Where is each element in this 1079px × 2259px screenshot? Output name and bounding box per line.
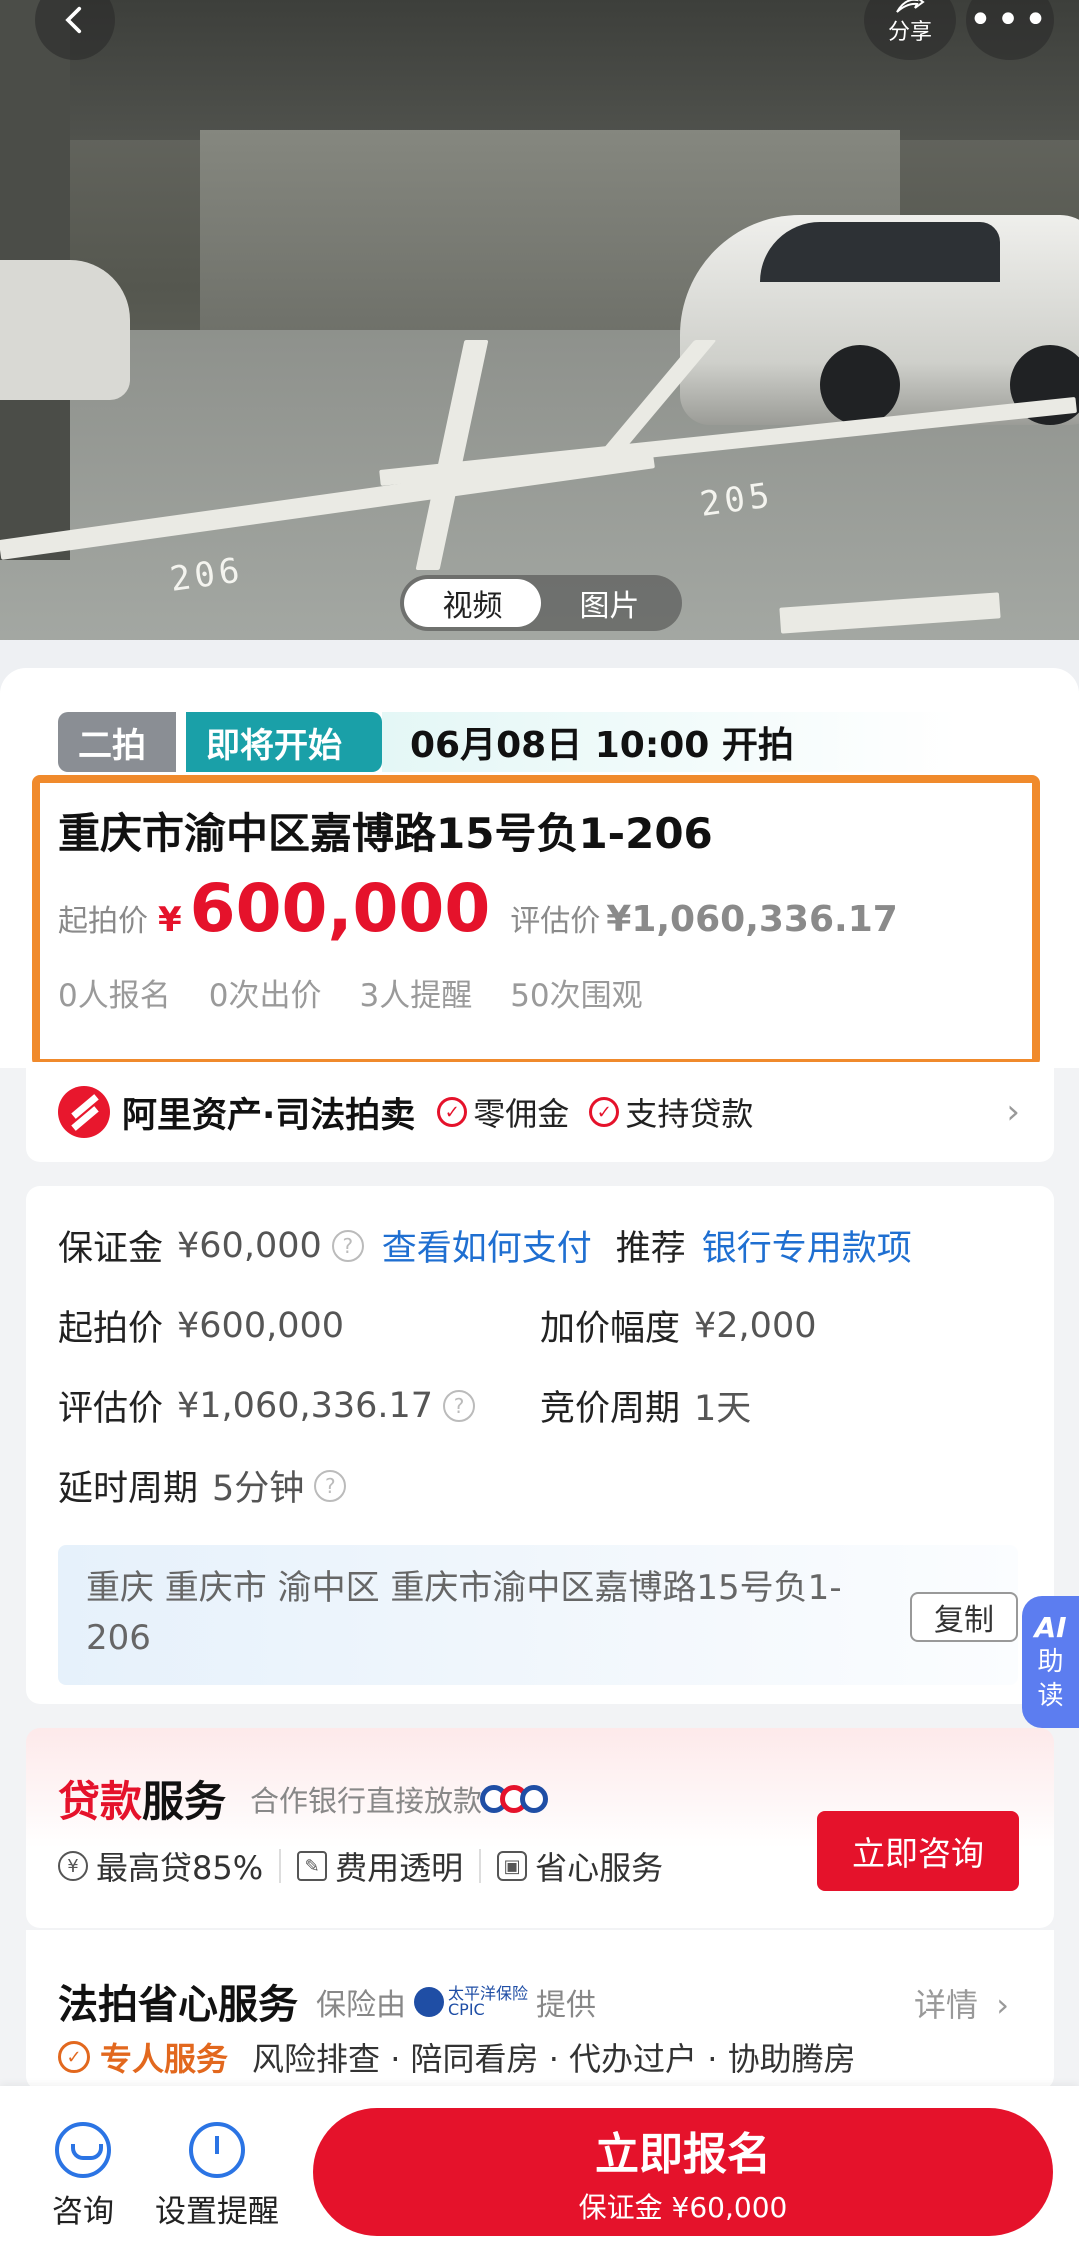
service-detail-link[interactable]: 详情 ›	[914, 1980, 1009, 2026]
bank-logos-icon	[480, 1785, 549, 1813]
consult-label: 咨询	[52, 2194, 114, 2230]
signup-now-button[interactable]: 立即报名 保证金 ¥60,000	[313, 2108, 1053, 2236]
start-price-label: 起拍价	[58, 1309, 164, 1349]
service-main-item: 专人服务	[100, 2040, 229, 2078]
status-badge: 即将开始	[186, 712, 382, 772]
reminder-label: 设置提醒	[155, 2194, 279, 2230]
media-viewer[interactable]: 206 205 分享 ••• 视频 图片	[0, 0, 1079, 640]
shield-icon: ▣	[497, 1851, 528, 1881]
delay-row: 延时周期 5分钟 ?	[58, 1460, 347, 1511]
copy-button[interactable]: 复制	[910, 1592, 1018, 1642]
highlight-annotation	[32, 775, 1040, 1067]
car-wheel	[820, 345, 900, 425]
service-title: 法拍省心服务	[58, 1982, 298, 2028]
loan-subtitle-text: 合作银行直接放款	[250, 1784, 483, 1818]
divider	[479, 1849, 482, 1883]
provided-by-label: 保险由	[316, 1988, 406, 2023]
share-label: 分享	[887, 20, 932, 45]
increment-row: 加价幅度 ¥2,000	[540, 1300, 816, 1351]
round-tag: 二拍	[58, 712, 176, 772]
deposit-value: ¥60,000	[177, 1225, 322, 1266]
signup-deposit: 保证金 ¥60,000	[578, 2191, 788, 2224]
loan-title-rest: 服务	[142, 1777, 227, 1826]
delay-label: 延时周期	[58, 1469, 199, 1509]
tab-photos[interactable]: 图片	[541, 579, 678, 627]
platform-name: 阿里资产·司法拍卖	[122, 1095, 416, 1136]
help-icon[interactable]: ?	[314, 1469, 347, 1502]
ai-reader-tab[interactable]: AI 助 读	[1022, 1596, 1079, 1728]
check-icon: ✓	[58, 2041, 90, 2073]
how-to-pay-link[interactable]: 查看如何支付	[382, 1220, 592, 1271]
help-icon[interactable]: ?	[443, 1389, 476, 1422]
start-price-value: ¥600,000	[177, 1305, 345, 1346]
ai-label: AI	[1034, 1611, 1067, 1644]
loan-title: 贷款服务	[58, 1768, 226, 1829]
check-icon: ✓	[589, 1097, 620, 1127]
cycle-row: 竞价周期 1天	[540, 1380, 751, 1431]
service-item-list: 风险排查 · 陪同看房 · 代办过户 · 协助腾房	[252, 2040, 856, 2078]
cycle-value: 1天	[694, 1389, 752, 1429]
eval-value: ¥1,060,336.17	[177, 1385, 434, 1426]
check-icon: ✓	[437, 1097, 468, 1127]
set-reminder-button[interactable]: 设置提醒	[155, 2122, 279, 2231]
eval-row: 评估价 ¥1,060,336.17 ?	[58, 1380, 476, 1431]
loan-feature-label: 省心服务	[535, 1849, 664, 1887]
loan-feature-label: 费用透明	[335, 1849, 464, 1887]
recommend-label: 推荐	[615, 1229, 686, 1269]
car-window	[760, 222, 1000, 282]
loan-feature: ¥ 最高贷85%	[58, 1843, 263, 1889]
service-items: ✓ 专人服务 风险排查 · 陪同看房 · 代办过户 · 协助腾房	[58, 2034, 856, 2080]
loan-feature: ✎ 费用透明	[297, 1843, 463, 1889]
signup-label: 立即报名	[595, 2129, 771, 2180]
back-arrow-icon	[65, 6, 82, 34]
ai-label-2: 读	[1037, 1681, 1064, 1711]
cycle-label: 竞价周期	[540, 1389, 681, 1429]
divider	[279, 1849, 282, 1883]
loan-subtitle: 合作银行直接放款	[250, 1778, 549, 1820]
cpic-icon	[414, 1987, 444, 2017]
tab-video[interactable]: 视频	[404, 579, 541, 627]
ai-label-1: 助	[1037, 1647, 1064, 1677]
edit-icon: ✎	[297, 1851, 328, 1881]
provided-suffix: 提供	[536, 1988, 597, 2023]
deposit-row: 保证金 ¥60,000 ? 查看如何支付 推荐 银行专用款项	[58, 1220, 912, 1271]
media-toggle: 视频 图片	[400, 575, 682, 631]
service-provider: 保险由 太平洋保险 CPIC 提供	[316, 1980, 596, 2024]
start-price-row: 起拍价 ¥600,000	[58, 1300, 344, 1351]
delay-value: 5分钟	[212, 1469, 305, 1509]
chevron-right-icon: ›	[1006, 1092, 1020, 1132]
yen-icon: ¥	[58, 1851, 88, 1881]
feature-loan-support: ✓ 支持贷款	[589, 1089, 753, 1135]
consult-now-button[interactable]: 立即咨询	[817, 1811, 1019, 1891]
feature-label: 支持贷款	[625, 1095, 754, 1133]
loan-features: ¥ 最高贷85% ✎ 费用透明 ▣ 省心服务	[58, 1843, 663, 1889]
alarm-clock-icon	[189, 2122, 245, 2178]
loan-feature: ▣ 省心服务	[497, 1843, 663, 1889]
increment-value: ¥2,000	[694, 1305, 817, 1346]
feature-zero-commission: ✓ 零佣金	[437, 1089, 569, 1135]
bank-account-link[interactable]: 银行专用款项	[702, 1220, 912, 1271]
start-time: 06月08日 10:00 开拍	[410, 725, 794, 766]
address-text: 重庆 重庆市 渝中区 重庆市渝中区嘉博路15号负1-206	[86, 1568, 842, 1658]
increment-label: 加价幅度	[540, 1309, 681, 1349]
platform-row[interactable]: 阿里资产·司法拍卖 ✓ 零佣金 ✓ 支持贷款 ›	[26, 1062, 1054, 1162]
insurer-en: CPIC	[448, 2000, 485, 2019]
ali-assets-logo-icon	[58, 1086, 110, 1138]
help-icon[interactable]: ?	[331, 1229, 364, 1262]
feature-label: 零佣金	[473, 1095, 570, 1133]
loan-feature-label: 最高贷85%	[96, 1849, 264, 1887]
cpic-logo: 太平洋保险 CPIC	[414, 1986, 528, 2018]
left-car	[0, 260, 130, 400]
deposit-label: 保证金	[58, 1229, 164, 1269]
headset-icon	[55, 2122, 111, 2178]
chevron-right-icon: ›	[996, 1986, 1009, 2024]
loan-title-red: 贷款	[58, 1777, 143, 1826]
share-icon	[896, 0, 925, 13]
consult-button[interactable]: 咨询	[52, 2122, 114, 2231]
detail-label: 详情	[914, 1986, 979, 2024]
eval-label: 评估价	[58, 1389, 164, 1429]
